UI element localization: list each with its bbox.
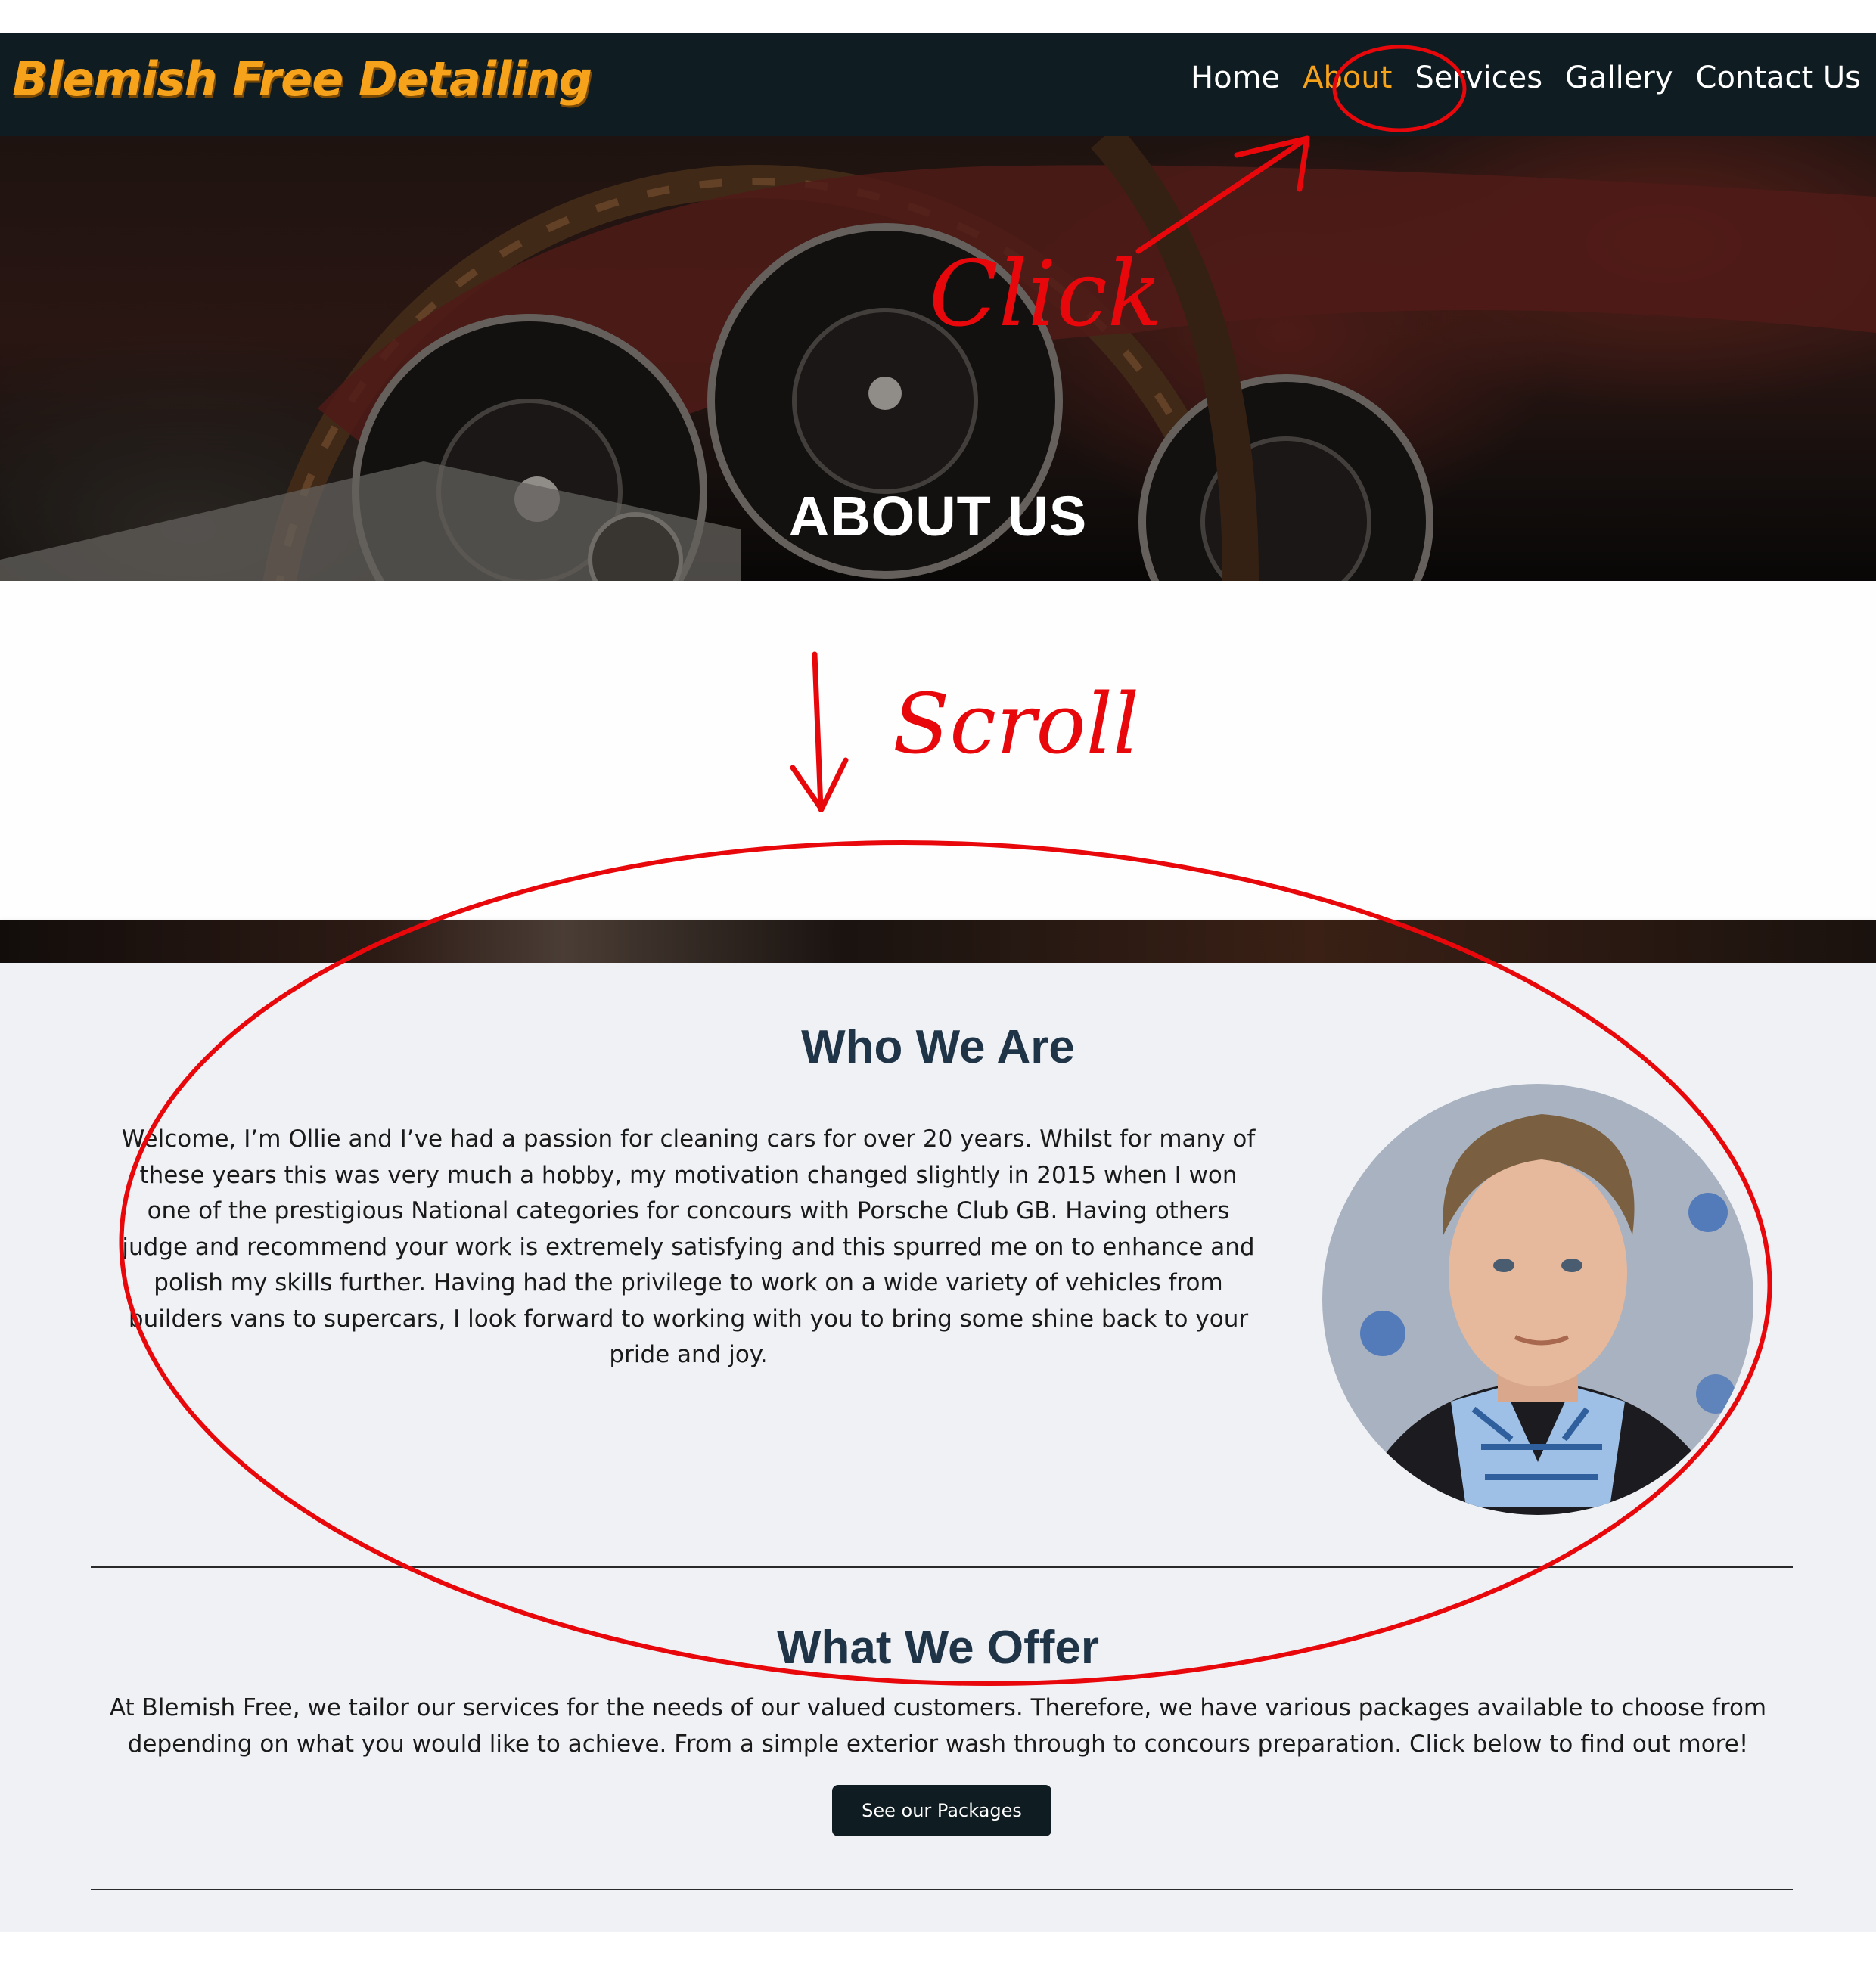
hero-title: ABOUT US (788, 485, 1088, 548)
navbar: Blemish Free Detailing Home About Servic… (0, 33, 1876, 136)
section-divider (91, 1889, 1793, 1890)
who-we-are-heading: Who We Are (801, 1021, 1075, 1073)
who-we-are-text: Welcome, I’m Ollie and I’ve had a passio… (121, 1125, 1256, 1368)
see-packages-button[interactable]: See our Packages (832, 1785, 1051, 1836)
image-band (0, 920, 1876, 963)
main-nav: Home About Services Gallery Contact Us (1191, 61, 1861, 95)
nav-home[interactable]: Home (1191, 61, 1280, 95)
about-content: Who We Are Welcome, I’m Ollie and I’ve h… (0, 963, 1876, 1932)
what-we-offer-text: At Blemish Free, we tailor our services … (109, 1694, 1767, 1758)
nav-contact-us[interactable]: Contact Us (1696, 61, 1861, 95)
nav-about[interactable]: About (1303, 61, 1392, 95)
what-we-offer-heading: What We Offer (777, 1622, 1099, 1674)
white-gap (0, 581, 1876, 920)
nav-gallery[interactable]: Gallery (1565, 61, 1673, 95)
bottom-margin (0, 1932, 1876, 1968)
owner-photo (1322, 1084, 1753, 1515)
hero-banner: ABOUT US (0, 136, 1876, 581)
section-divider (91, 1566, 1793, 1568)
brand-logo[interactable]: Blemish Free Detailing (12, 51, 592, 107)
top-margin (0, 0, 1876, 33)
nav-services[interactable]: Services (1415, 61, 1542, 95)
